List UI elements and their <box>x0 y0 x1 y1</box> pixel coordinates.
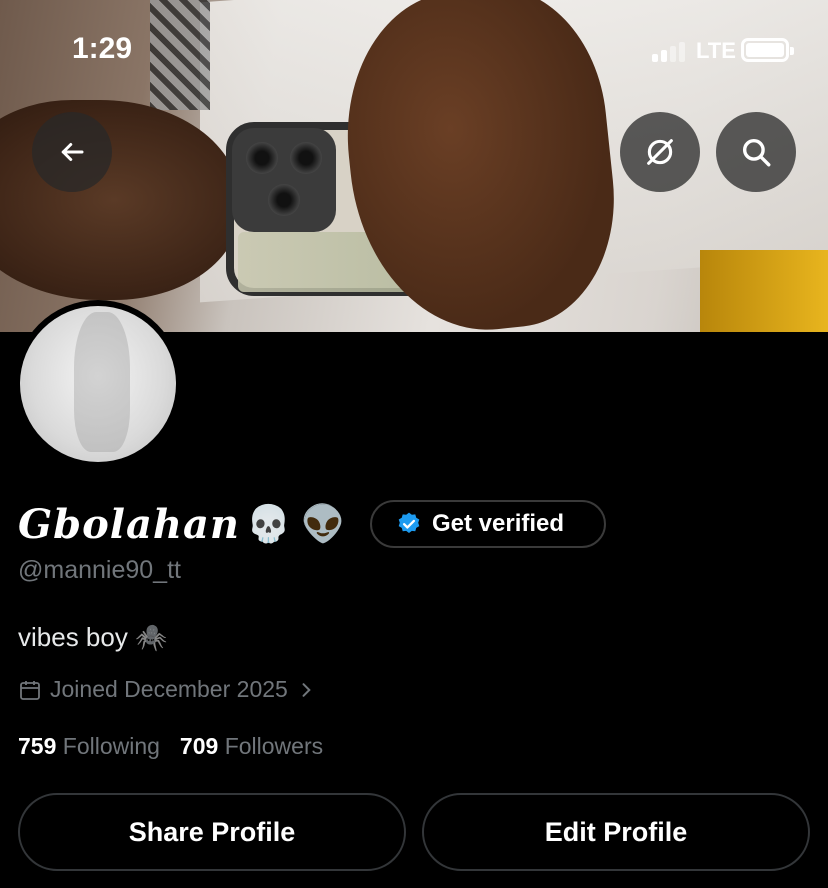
joined-date-row[interactable]: Joined December 2025 <box>18 676 316 703</box>
banner-phone-camera <box>232 128 336 232</box>
calendar-icon <box>20 680 40 700</box>
following-label: Following <box>62 733 160 759</box>
display-name-row: Gbolahan 💀 👽 <box>18 496 346 552</box>
get-verified-button[interactable]: Get verified <box>370 500 606 548</box>
followers-count: 709 <box>179 733 219 759</box>
get-verified-label: Get verified <box>432 510 565 537</box>
signal-icon <box>652 40 685 62</box>
following-link[interactable]: 759 Following <box>18 733 160 760</box>
name-emojis: 💀 👽 <box>246 503 346 544</box>
battery-icon <box>741 38 794 62</box>
followers-link[interactable]: 709 Followers <box>180 733 323 760</box>
status-time: 1:29 <box>72 32 133 65</box>
followers-label: Followers <box>224 733 324 759</box>
grok-button[interactable] <box>620 112 700 192</box>
verified-badge-icon <box>398 512 420 533</box>
arrow-left-icon <box>61 143 84 161</box>
network-label: LTE <box>696 38 736 63</box>
chevron-right-icon <box>302 682 311 697</box>
edit-profile-button[interactable]: Edit Profile <box>422 793 810 871</box>
bio: vibes boy 🕷️ <box>18 622 168 652</box>
search-button[interactable] <box>716 112 796 192</box>
grok-icon <box>647 139 673 165</box>
back-button[interactable] <box>32 112 112 192</box>
following-count: 759 <box>18 733 57 759</box>
joined-date: Joined December 2025 <box>50 676 288 702</box>
avatar[interactable] <box>14 300 182 468</box>
status-bar: 1:29 LTE <box>0 30 828 70</box>
user-handle: @mannie90_tt <box>18 556 181 584</box>
display-name: Gbolahan <box>18 500 241 548</box>
search-icon <box>742 138 771 167</box>
share-profile-button[interactable]: Share Profile <box>18 793 406 871</box>
follow-stats: 759 Following 709 Followers <box>18 733 323 760</box>
avatar-image <box>20 306 176 462</box>
banner-yellow-object <box>700 250 828 332</box>
